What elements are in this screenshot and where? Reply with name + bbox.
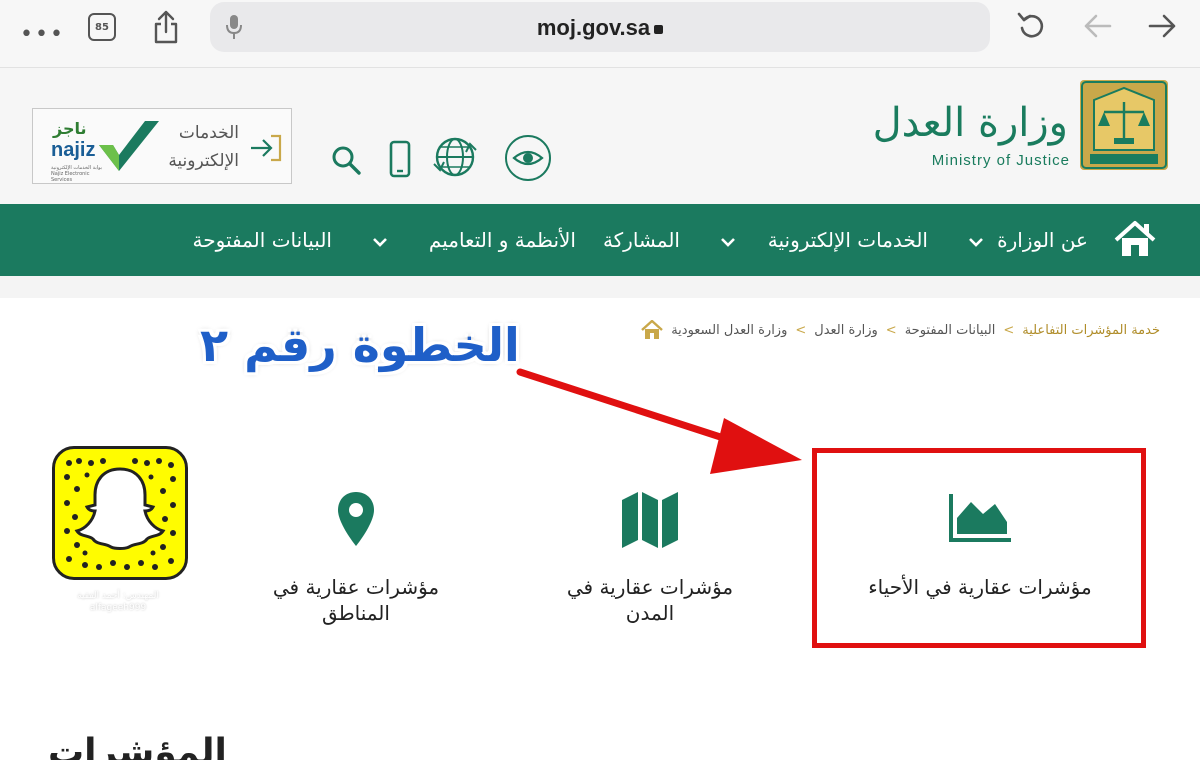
breadcrumb-current: خدمة المؤشرات التفاعلية bbox=[1022, 322, 1160, 338]
lock-icon bbox=[654, 25, 664, 34]
eservices-line1: الخدمات bbox=[178, 123, 239, 143]
reload-icon[interactable] bbox=[1016, 10, 1048, 42]
ministry-emblem-icon[interactable] bbox=[1080, 80, 1168, 170]
chevron-down-icon[interactable] bbox=[372, 236, 388, 248]
najiz-logo-arabic: ناجز bbox=[53, 119, 87, 138]
browser-toolbar: ••• 85 moj.gov.sa bbox=[0, 0, 1200, 68]
card-city-indicators[interactable]: مؤشرات عقارية في المدن bbox=[530, 490, 770, 626]
tabs-count: 85 bbox=[95, 21, 109, 33]
card-title: المدن bbox=[625, 601, 675, 625]
card-title: مؤشرات عقارية في bbox=[566, 575, 734, 599]
home-icon[interactable] bbox=[1114, 220, 1156, 258]
more-options-button[interactable]: ••• bbox=[20, 24, 65, 46]
nav-item-participation[interactable]: المشاركة bbox=[603, 228, 680, 252]
card-title: مؤشرات عقارية في bbox=[272, 575, 440, 599]
breadcrumb-separator: > bbox=[795, 322, 807, 338]
nav-item-eservices[interactable]: الخدمات الإلكترونية bbox=[768, 228, 928, 252]
tabs-button[interactable]: 85 bbox=[88, 13, 116, 41]
breadcrumb-item[interactable]: وزارة العدل bbox=[814, 323, 878, 338]
nav-item-regulations[interactable]: الأنظمة و التعاميم bbox=[429, 228, 576, 252]
content-top-band bbox=[0, 276, 1200, 298]
ministry-logo-arabic[interactable]: وزارة العدل bbox=[873, 100, 1068, 146]
snapcode-qr-icon bbox=[52, 446, 188, 580]
breadcrumb-home-icon[interactable] bbox=[641, 320, 663, 340]
section-title: المؤشرات bbox=[48, 732, 227, 760]
search-icon[interactable] bbox=[330, 144, 362, 176]
map-icon bbox=[622, 492, 678, 548]
area-chart-icon bbox=[949, 494, 1011, 542]
site-header: وزارة العدل Ministry of Justice ناجز naj… bbox=[0, 68, 1200, 204]
step-annotation-label: الخطوة رقم ٢ bbox=[200, 318, 520, 372]
main-navigation: عن الوزارة الخدمات الإلكترونية المشاركة … bbox=[0, 204, 1200, 276]
login-arrow-icon bbox=[251, 134, 282, 162]
url-text: moj.gov.sa bbox=[536, 15, 651, 40]
forward-arrow-icon[interactable] bbox=[1146, 10, 1178, 42]
breadcrumb-item[interactable]: البيانات المفتوحة bbox=[905, 323, 996, 338]
card-region-indicators[interactable]: مؤشرات عقارية في المناطق bbox=[236, 490, 476, 626]
snapcode-caption: المهندس: أحمد الفقية alfageeh999 bbox=[48, 590, 188, 614]
snapchat-ghost-icon bbox=[64, 458, 176, 570]
address-bar[interactable]: moj.gov.sa bbox=[210, 2, 990, 52]
najiz-logo-english: najiz bbox=[51, 139, 96, 161]
nav-item-about-ministry[interactable]: عن الوزارة bbox=[997, 228, 1088, 252]
accessibility-eye-icon[interactable] bbox=[504, 134, 552, 182]
ministry-logo-english[interactable]: Ministry of Justice bbox=[932, 152, 1070, 169]
location-pin-icon bbox=[338, 492, 374, 546]
breadcrumb-separator: > bbox=[1003, 322, 1015, 338]
breadcrumb-separator: > bbox=[885, 322, 897, 338]
snapcode-caption-handle: alfageeh999 bbox=[89, 603, 147, 613]
language-globe-icon[interactable] bbox=[432, 134, 478, 180]
snapcode-caption-name: المهندس: أحمد الفقية bbox=[77, 591, 159, 601]
eservices-line2: الإلكترونية bbox=[168, 151, 239, 171]
card-title: مؤشرات عقارية في الأحياء bbox=[868, 575, 1092, 599]
red-arrow-annotation-icon bbox=[516, 368, 802, 474]
eservices-title: الخدمات الإلكترونية bbox=[168, 119, 239, 175]
mobile-app-icon[interactable] bbox=[388, 140, 412, 178]
share-icon[interactable] bbox=[152, 10, 180, 44]
page: ••• 85 moj.gov.sa وزارة العدل Ministry o… bbox=[0, 0, 1200, 760]
card-neighborhood-indicators[interactable]: مؤشرات عقارية في الأحياء bbox=[820, 490, 1140, 600]
back-arrow-icon[interactable] bbox=[1082, 10, 1114, 42]
card-title: المناطق bbox=[322, 601, 390, 625]
breadcrumb-item[interactable]: وزارة العدل السعودية bbox=[671, 323, 787, 338]
najiz-eservices-link[interactable]: ناجز najiz بوابة الخدمات الإلكترونية Naj… bbox=[32, 108, 292, 184]
breadcrumb: وزارة العدل السعودية > وزارة العدل > الب… bbox=[641, 320, 1160, 340]
chevron-down-icon[interactable] bbox=[720, 236, 736, 248]
nav-item-open-data[interactable]: البيانات المفتوحة bbox=[193, 228, 332, 252]
najiz-check-icon bbox=[99, 121, 159, 171]
chevron-down-icon[interactable] bbox=[968, 236, 984, 248]
